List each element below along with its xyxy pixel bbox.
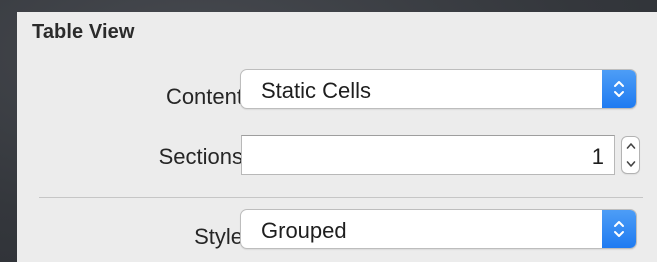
- content-label: Content: [165, 84, 243, 109]
- sections-stepper[interactable]: [621, 136, 640, 174]
- stepper-up-icon[interactable]: [622, 137, 639, 155]
- up-down-chevrons-icon: [602, 70, 636, 108]
- stepper-down-icon[interactable]: [622, 155, 639, 173]
- content-popup-value: Static Cells: [261, 78, 372, 103]
- divider: [39, 197, 643, 198]
- style-popup-button[interactable]: Grouped: [240, 209, 637, 249]
- sections-label: Sections: [158, 144, 243, 169]
- style-label: Style: [194, 224, 243, 249]
- content-popup-button[interactable]: Static Cells: [240, 69, 637, 109]
- table-view-inspector-panel: Table View Content Static Cells Sections…: [17, 12, 657, 262]
- section-title: Table View: [32, 21, 135, 43]
- up-down-chevrons-icon: [602, 210, 636, 248]
- sections-field-value: 1: [591, 144, 604, 169]
- sections-field[interactable]: 1: [241, 135, 615, 175]
- style-popup-value: Grouped: [261, 218, 347, 243]
